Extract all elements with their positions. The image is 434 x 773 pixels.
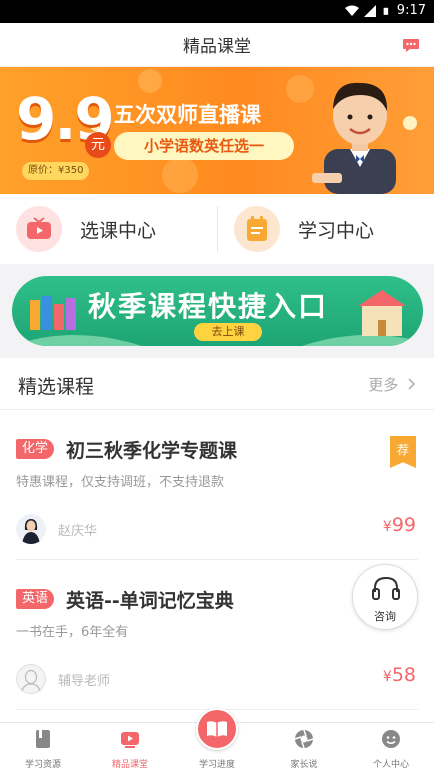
promo-banner[interactable]: 9.9 元 五次双师直播课 小学语数英任选一 原价：¥350 xyxy=(0,67,434,194)
status-bar: 9:17 xyxy=(0,0,434,23)
signal-icon xyxy=(363,4,376,17)
chevron-right-icon xyxy=(408,378,416,390)
quick-entries: 选课中心 学习中心 xyxy=(0,194,434,264)
study-center-label: 学习中心 xyxy=(298,219,375,242)
consult-label: 咨询 xyxy=(374,610,396,623)
banner-headline: 五次双师直播课 xyxy=(114,103,261,127)
subject-tag: 化学 xyxy=(16,439,55,459)
book-icon xyxy=(36,730,50,748)
course-center-label: 选课中心 xyxy=(80,219,157,242)
banner-original-price: 原价：¥350 xyxy=(22,162,90,180)
banner-subline: 小学语数英任选一 xyxy=(114,132,294,160)
course-card[interactable]: 化学 初三秋季化学专题课 荐 特惠课程，仅支持调班，不支持退款 赵庆华 ¥99 xyxy=(0,410,434,560)
tab-label: 精品课堂 xyxy=(111,760,148,770)
tab-label: 个人中心 xyxy=(372,760,409,770)
tab-label: 家长说 xyxy=(290,760,318,770)
course-description: 特惠课程，仅支持调班，不支持退款 xyxy=(16,475,225,490)
study-center-entry[interactable]: 学习中心 xyxy=(234,194,374,264)
tab-parents-say[interactable]: 家长说 xyxy=(261,723,347,773)
more-link[interactable]: 更多 xyxy=(368,374,416,395)
study-progress-center-button[interactable] xyxy=(196,708,238,750)
tab-learning-resources[interactable]: 学习资源 xyxy=(0,723,86,773)
status-time: 9:17 xyxy=(396,3,426,18)
course-price: ¥99 xyxy=(383,514,416,536)
course-description: 一书在手，6年全有 xyxy=(16,625,129,640)
price-value: 58 xyxy=(391,664,416,686)
section-title: 精选课程 xyxy=(18,376,95,398)
headset-icon xyxy=(372,576,400,600)
course-title: 初三秋季化学专题课 xyxy=(66,440,238,462)
tv-icon xyxy=(16,206,62,252)
notebook-icon xyxy=(234,206,280,252)
wifi-icon xyxy=(344,5,359,16)
tab-personal-center[interactable]: 个人中心 xyxy=(348,723,434,773)
student-illustration xyxy=(312,82,396,194)
autumn-course-banner[interactable]: 秋季课程快捷入口 去上课 xyxy=(12,276,423,346)
subject-tag: 英语 xyxy=(16,589,55,609)
teacher-name: 辅导老师 xyxy=(58,674,111,689)
page-title: 精品课堂 xyxy=(183,37,251,57)
teacher-avatar xyxy=(16,514,46,544)
currency-symbol: ¥ xyxy=(382,519,392,535)
teacher-avatar xyxy=(16,664,46,694)
tab-label: 学习进度 xyxy=(198,760,235,770)
price-value: 99 xyxy=(391,514,416,536)
battery-icon xyxy=(383,7,388,15)
autumn-go-button[interactable]: 去上课 xyxy=(194,323,262,341)
autumn-title: 秋季课程快捷入口 xyxy=(88,290,329,323)
aperture-icon xyxy=(294,729,314,749)
course-center-entry[interactable]: 选课中心 xyxy=(16,194,156,264)
chat-icon[interactable] xyxy=(402,37,420,53)
open-book-icon xyxy=(207,721,227,737)
more-label: 更多 xyxy=(368,376,399,394)
video-icon xyxy=(121,732,139,748)
course-price: ¥58 xyxy=(383,664,416,686)
consult-button[interactable]: 咨询 xyxy=(352,564,418,630)
featured-section-header: 精选课程 更多 xyxy=(0,358,434,410)
quick-divider xyxy=(217,206,218,252)
recommend-badge: 荐 xyxy=(390,436,416,468)
banner-yuan-badge: 元 xyxy=(85,132,111,158)
course-title: 英语--单词记忆宝典 xyxy=(66,590,234,612)
user-icon xyxy=(382,730,400,748)
tab-premium-class[interactable]: 精品课堂 xyxy=(87,723,173,773)
currency-symbol: ¥ xyxy=(382,669,392,685)
tab-label: 学习资源 xyxy=(24,760,61,770)
teacher-name: 赵庆华 xyxy=(58,524,98,539)
top-navbar: 精品课堂 xyxy=(0,23,434,67)
